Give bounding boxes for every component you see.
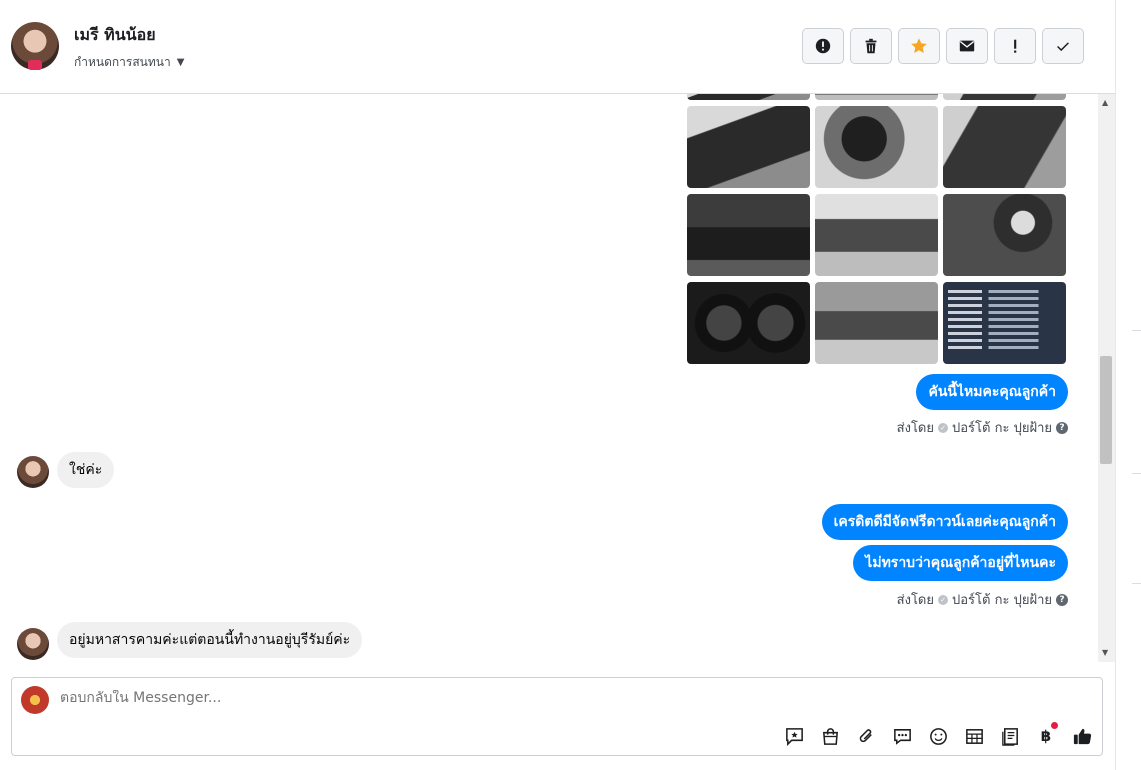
message-outgoing[interactable]: เครดิตดีมีจัดฟรีดาวน์เลยค่ะคุณลูกค้า (821, 504, 1068, 540)
chat-bubbles-icon[interactable] (890, 724, 914, 748)
help-icon[interactable]: ? (1056, 593, 1068, 606)
table-icon[interactable] (962, 724, 986, 748)
shopping-bag-icon[interactable] (818, 724, 842, 748)
emoji-icon[interactable] (926, 724, 950, 748)
photo-thumb[interactable] (687, 194, 810, 276)
composer-tools: ฿ (782, 722, 1094, 748)
contact-name[interactable]: เมรี ทินน้อย (74, 23, 156, 48)
sent-by-label: ส่งโดย ✓ ปอร์โต้ กะ ปุยฝ้าย ? (897, 417, 1068, 438)
envelope-icon (959, 40, 975, 52)
spam-button[interactable] (802, 28, 844, 64)
photo-thumb[interactable] (815, 282, 938, 364)
saved-reply-icon[interactable] (782, 724, 806, 748)
thumbs-up-icon[interactable] (1070, 724, 1094, 748)
reply-composer: ฿ (11, 677, 1103, 756)
caret-down-icon: ▼ (176, 57, 185, 68)
assign-label: กำหนดการสนทนา (74, 55, 171, 69)
scroll-down-icon[interactable]: ▼ (1102, 648, 1108, 657)
contact-avatar-small (17, 628, 49, 660)
photo-thumb[interactable] (687, 106, 810, 188)
photo-thumb[interactable] (943, 94, 1066, 100)
help-icon[interactable]: ? (1056, 421, 1068, 434)
star-button[interactable] (898, 28, 940, 64)
message-incoming[interactable]: ใช่ค่ะ (57, 452, 115, 488)
photo-thumb[interactable] (815, 94, 938, 100)
notes-icon[interactable] (998, 724, 1022, 748)
messenger-app: เมรี ทินน้อย กำหนดการสนทนา ▼ คันนี้ไหมคะ… (0, 0, 1141, 770)
spec-sheet-photo[interactable] (943, 282, 1066, 364)
sent-by-label: ส่งโดย ✓ ปอร์โต้ กะ ปุยฝ้าย ? (897, 589, 1068, 610)
conversation-header: เมรี ทินน้อย กำหนดการสนทนา ▼ (0, 0, 1115, 94)
message-thread[interactable]: คันนี้ไหมคะคุณลูกค้า ส่งโดย ✓ ปอร์โต้ กะ… (0, 94, 1098, 662)
done-button[interactable] (1042, 28, 1084, 64)
sender-name: ปอร์โต้ กะ ปุยฝ้าย (952, 593, 1052, 608)
assign-conversation-dropdown[interactable]: กำหนดการสนทนา ▼ (74, 53, 184, 72)
alert-circle-icon (815, 38, 831, 54)
message-incoming[interactable]: อยู่มหาสารคามค่ะแต่ตอนนี้ทำงานอยู่บุรีรั… (57, 622, 363, 658)
scroll-up-icon[interactable]: ▲ (1102, 98, 1108, 107)
photo-thumb[interactable] (815, 106, 938, 188)
attachment-icon[interactable] (854, 724, 878, 748)
contact-avatar[interactable] (11, 22, 59, 70)
reply-input[interactable] (60, 690, 760, 706)
photo-thumb[interactable] (943, 106, 1066, 188)
photo-thumb[interactable] (687, 282, 810, 364)
avatar-badge (28, 60, 42, 70)
photo-thumb[interactable] (943, 194, 1066, 276)
scrollbar-thumb[interactable] (1100, 356, 1112, 464)
contact-avatar-small (17, 456, 49, 488)
photo-thumb[interactable] (815, 194, 938, 276)
photo-thumb[interactable] (687, 94, 810, 100)
verified-icon: ✓ (938, 594, 948, 605)
header-actions (802, 28, 1084, 64)
message-outgoing[interactable]: คันนี้ไหมคะคุณลูกค้า (916, 374, 1068, 410)
mark-unread-button[interactable] (946, 28, 988, 64)
sent-by-prefix: ส่งโดย (896, 593, 934, 608)
trash-icon (865, 38, 877, 54)
exclamation-icon (1014, 39, 1017, 53)
delete-button[interactable] (850, 28, 892, 64)
sent-by-prefix: ส่งโดย (896, 421, 934, 436)
check-icon (1057, 42, 1069, 52)
thread-scrollbar[interactable]: ▲ ▼ (1098, 94, 1115, 662)
star-icon (911, 38, 927, 54)
notification-dot (1051, 722, 1058, 729)
photo-album (687, 94, 1067, 364)
side-panel-edge (1115, 0, 1141, 770)
page-avatar (21, 686, 49, 714)
follow-up-button[interactable] (994, 28, 1036, 64)
sender-name: ปอร์โต้ กะ ปุยฝ้าย (952, 421, 1052, 436)
baht-symbol: ฿ (1040, 727, 1052, 745)
baht-icon[interactable]: ฿ (1034, 722, 1058, 748)
message-outgoing[interactable]: ไม่ทราบว่าคุณลูกค้าอยู่ที่ไหนคะ (853, 545, 1068, 581)
verified-icon: ✓ (938, 422, 948, 433)
